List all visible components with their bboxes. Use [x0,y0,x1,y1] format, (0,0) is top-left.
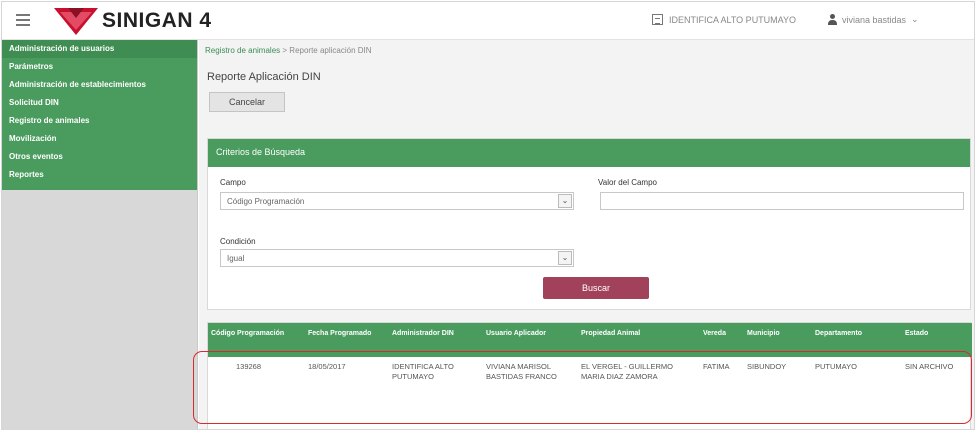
cell-estado: SIN ARCHIVO [905,362,954,371]
chevron-down-icon: ⌄ [558,251,572,265]
col-header-estado[interactable]: Estado [902,323,972,357]
col-header-propiedad[interactable]: Propiedad Animal [578,323,700,357]
col-header-codigo[interactable]: Código Programación [208,323,305,357]
valor-label: Valor del Campo [598,178,657,187]
results-table: Código Programación Fecha Programado Adm… [208,323,972,387]
hamburger-icon[interactable] [16,14,30,26]
sidebar-item-solicitud-din[interactable]: Solicitud DIN [2,94,197,112]
establishment-name: IDENTIFICA ALTO PUTUMAYO [669,14,797,25]
sidebar-menu: Administración de usuarios Parámetros Ad… [2,40,197,190]
sidebar: Administración de usuarios Parámetros Ad… [2,40,198,429]
cell-municipio: SIBUNDOY [747,362,787,371]
chevron-down-icon: ⌄ [558,194,572,208]
user-name: viviana bastidas [842,14,907,25]
col-header-usuario[interactable]: Usuario Aplicador [483,323,578,357]
col-header-vereda[interactable]: Vereda [700,323,744,357]
user-menu[interactable]: viviana bastidas ⌄ [827,14,919,25]
cell-departamento: PUTUMAYO [815,362,857,371]
sidebar-item-registro-animales[interactable]: Registro de animales [2,112,197,130]
campo-label: Campo [220,178,246,187]
table-row[interactable]: 139268 18/05/2017 IDENTIFICA ALTO PUTUMA… [208,357,972,387]
chevron-down-icon: ⌄ [911,14,919,24]
results-table-panel: Código Programación Fecha Programado Adm… [207,322,972,429]
app-window: SINIGAN 4 IDENTIFICA ALTO PUTUMAYO vivia… [1,1,975,430]
search-criteria-panel: Criterios de Búsqueda Campo Código Progr… [207,138,971,310]
cell-usuario: VIVIANA MARISOL BASTIDAS FRANCO [486,362,557,381]
establishment-indicator[interactable]: IDENTIFICA ALTO PUTUMAYO [652,14,796,25]
cell-administrador: IDENTIFICA ALTO PUTUMAYO [392,362,454,381]
cancel-button[interactable]: Cancelar [209,92,285,112]
breadcrumb-current: Reporte aplicación DIN [289,46,372,55]
sidebar-item-reportes[interactable]: Reportes [2,166,197,184]
breadcrumb-parent[interactable]: Registro de animales [205,46,280,55]
condicion-select[interactable]: Igual ⌄ [220,249,574,267]
campo-select[interactable]: Código Programación ⌄ [220,192,574,210]
sidebar-item-parametros[interactable]: Parámetros [2,58,197,76]
col-header-departamento[interactable]: Departamento [812,323,902,357]
cell-propiedad: EL VERGEL - GUILLERMO MARIA DIAZ ZAMORA [581,362,673,381]
condicion-label: Condición [220,237,256,246]
sidebar-item-movilizacion[interactable]: Movilización [2,130,197,148]
col-header-administrador[interactable]: Administrador DIN [389,323,483,357]
top-bar: SINIGAN 4 IDENTIFICA ALTO PUTUMAYO vivia… [2,2,974,40]
panel-title: Criterios de Búsqueda [208,139,970,167]
building-icon [652,14,663,25]
cell-fecha: 18/05/2017 [308,362,346,371]
brand-title: SINIGAN 4 [102,9,212,32]
valor-input[interactable] [600,192,964,210]
user-icon [827,14,837,25]
cell-vereda: FATIMA [703,362,730,371]
page-title: Reporte Aplicación DIN [207,71,321,83]
col-header-fecha[interactable]: Fecha Programado [305,323,389,357]
sidebar-item-establecimientos[interactable]: Administración de establecimientos [2,76,197,94]
logo-icon [54,8,98,35]
sidebar-item-usuarios[interactable]: Administración de usuarios [2,40,197,58]
breadcrumb: Registro de animales > Reporte aplicació… [205,46,372,55]
search-button[interactable]: Buscar [543,277,649,299]
col-header-municipio[interactable]: Municipio [744,323,812,357]
condicion-select-value: Igual [227,254,245,263]
sidebar-item-otros-eventos[interactable]: Otros eventos [2,148,197,166]
cell-codigo: 139268 [236,362,262,371]
main-content: Registro de animales > Reporte aplicació… [199,40,974,429]
breadcrumb-separator: > [282,46,288,55]
table-header-row: Código Programación Fecha Programado Adm… [208,323,972,357]
campo-select-value: Código Programación [227,197,305,206]
